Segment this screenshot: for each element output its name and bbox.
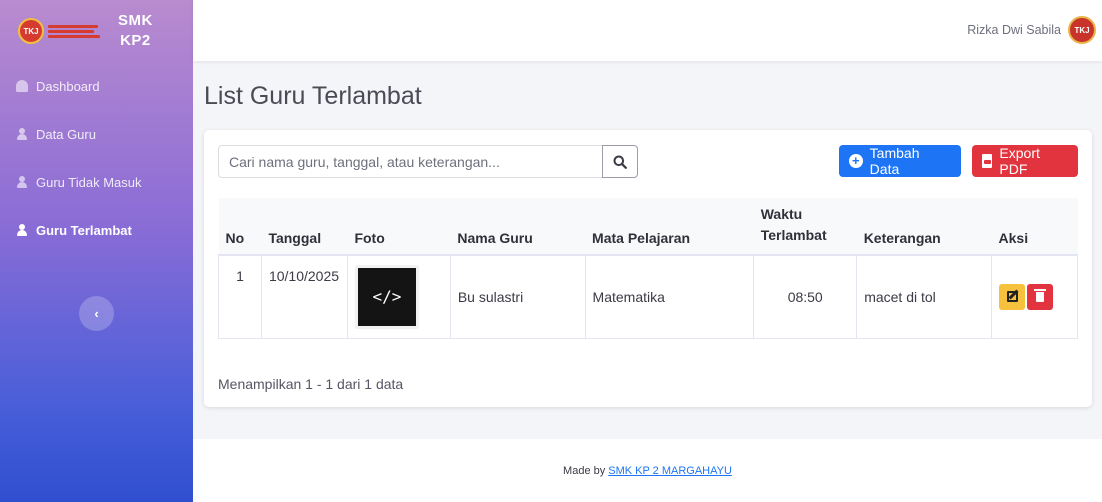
cell-keterangan: macet di tol xyxy=(856,254,993,339)
school-logo-icon: TKJ xyxy=(18,17,104,45)
search-button[interactable] xyxy=(602,145,638,178)
col-nama-guru: Nama Guru xyxy=(450,198,586,256)
cell-foto: </> xyxy=(346,254,451,339)
footer: Made by SMK KP 2 MARGAHAYU xyxy=(193,439,1102,502)
brand[interactable]: TKJ SMK KP2 xyxy=(0,0,193,62)
edit-button[interactable] xyxy=(999,283,1026,310)
sidebar-item-label: Data Guru xyxy=(36,126,96,142)
plus-circle-icon: + xyxy=(849,154,863,168)
teacher-photo[interactable]: </> xyxy=(354,264,419,329)
col-waktu-terlambat: Waktu Terlambat xyxy=(753,198,857,256)
sidebar-item-label: Dashboard xyxy=(36,78,100,94)
col-aksi: Aksi xyxy=(991,198,1078,256)
col-foto: Foto xyxy=(347,198,451,256)
add-data-button[interactable]: + Tambah Data xyxy=(839,145,961,177)
user-icon xyxy=(16,176,28,188)
sidebar-toggle-button[interactable]: ‹ xyxy=(79,296,114,331)
col-tanggal: Tanggal xyxy=(261,198,348,256)
sidebar-item-data-guru[interactable]: Data Guru xyxy=(0,110,193,158)
cell-nama-guru: Bu sulastri xyxy=(449,254,586,339)
col-no: No xyxy=(218,198,262,256)
chevron-left-icon: ‹ xyxy=(94,306,99,321)
footer-text: Made by xyxy=(563,464,606,477)
row-actions xyxy=(999,283,1070,310)
cell-aksi xyxy=(991,254,1078,339)
late-teacher-table: No Tanggal Foto Nama Guru Mata Pelajaran… xyxy=(218,198,1078,339)
table-header-row: No Tanggal Foto Nama Guru Mata Pelajaran… xyxy=(218,198,1078,256)
user-name: Rizka Dwi Sabila xyxy=(967,23,1061,37)
file-pdf-icon xyxy=(982,154,993,168)
cell-waktu-terlambat: 08:50 xyxy=(753,254,858,339)
footer-link[interactable]: SMK KP 2 MARGAHAYU xyxy=(608,465,732,477)
col-mata-pelajaran: Mata Pelajaran xyxy=(585,198,754,256)
avatar: TKJ xyxy=(1068,16,1096,44)
trash-icon xyxy=(1034,288,1047,302)
delete-button[interactable] xyxy=(1027,283,1054,310)
export-pdf-button[interactable]: Export PDF xyxy=(972,145,1078,177)
content-card: + Tambah Data Export PDF No Tanggal Foto… xyxy=(204,130,1092,407)
user-icon xyxy=(16,128,28,140)
edit-icon xyxy=(1006,291,1018,303)
brand-name: SMK KP2 xyxy=(118,12,153,49)
page-title: List Guru Terlambat xyxy=(204,82,422,110)
table-row: 1 10/10/2025 </> Bu sulastri Matematika … xyxy=(218,254,1078,339)
cell-tanggal: 10/10/2025 xyxy=(260,254,348,339)
pagination-info: Menampilkan 1 - 1 dari 1 data xyxy=(218,376,404,392)
search-icon xyxy=(613,155,627,169)
gauge-icon xyxy=(16,80,28,92)
sidebar-item-label: Guru Tidak Masuk xyxy=(36,174,142,190)
sidebar: TKJ SMK KP2 Dashboard Data Guru Guru Tid… xyxy=(0,0,193,502)
search-bar xyxy=(218,145,638,178)
sidebar-item-guru-tidak-masuk[interactable]: Guru Tidak Masuk xyxy=(0,158,193,206)
topbar: Rizka Dwi Sabila TKJ xyxy=(193,0,1102,61)
search-input[interactable] xyxy=(218,145,602,178)
col-keterangan: Keterangan xyxy=(856,198,992,256)
sidebar-item-guru-terlambat[interactable]: Guru Terlambat xyxy=(0,206,193,254)
cell-no: 1 xyxy=(218,254,262,339)
sidebar-item-dashboard[interactable]: Dashboard xyxy=(0,62,193,110)
user-icon xyxy=(16,224,28,236)
sidebar-item-label: Guru Terlambat xyxy=(36,222,132,238)
user-menu[interactable]: Rizka Dwi Sabila TKJ xyxy=(967,16,1096,44)
cell-mata-pelajaran: Matematika xyxy=(584,254,755,339)
